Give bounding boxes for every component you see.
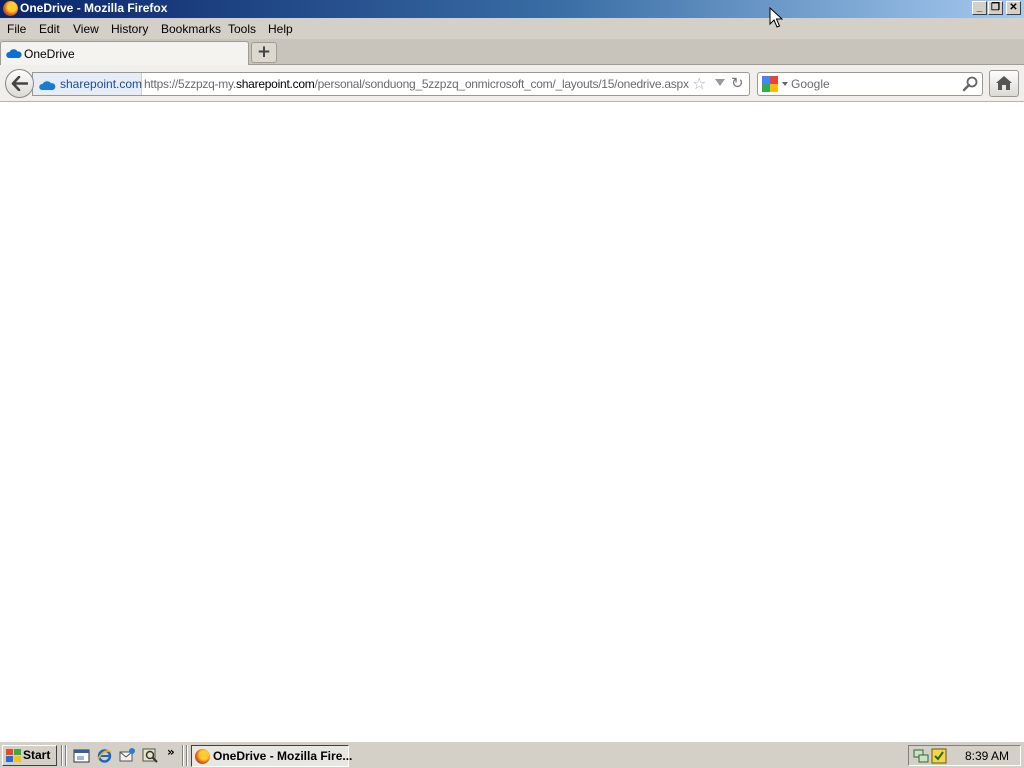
engine-dropdown-icon[interactable] bbox=[782, 82, 788, 86]
mouse-cursor-icon bbox=[769, 7, 783, 28]
url-prefix: https://5zzpzq-my. bbox=[144, 77, 236, 91]
menu-file[interactable]: File bbox=[7, 22, 26, 36]
window-titlebar[interactable]: OneDrive - Mozilla Firefox _ ❐ ✕ bbox=[0, 0, 1024, 18]
start-label: Start bbox=[23, 748, 51, 762]
back-button[interactable] bbox=[5, 69, 34, 98]
reload-icon[interactable]: ↻ bbox=[731, 74, 744, 92]
minimize-icon: _ bbox=[976, 2, 983, 13]
url-history-dropdown-icon[interactable] bbox=[715, 79, 725, 86]
navigation-toolbar: sharepoint.com https://5zzpzq-my.sharepo… bbox=[0, 65, 1024, 102]
security-icon[interactable] bbox=[931, 748, 947, 764]
menu-tools[interactable]: Tools bbox=[228, 22, 256, 36]
show-desktop-icon[interactable] bbox=[73, 747, 90, 764]
outlook-express-icon[interactable] bbox=[119, 747, 136, 764]
taskbar-clock[interactable]: 8:39 AM bbox=[965, 749, 1009, 763]
firefox-icon bbox=[195, 749, 210, 764]
restore-button[interactable]: ❐ bbox=[988, 1, 1003, 15]
tab-label: OneDrive bbox=[24, 47, 75, 61]
windows-logo-icon bbox=[6, 749, 21, 762]
taskbar-divider bbox=[65, 745, 67, 766]
onedrive-cloud-icon bbox=[6, 49, 22, 58]
back-arrow-icon bbox=[11, 75, 29, 92]
windows-media-icon[interactable] bbox=[142, 747, 159, 764]
system-tray: 8:39 AM bbox=[908, 745, 1021, 766]
start-button[interactable]: Start bbox=[2, 745, 57, 766]
bookmark-star-icon[interactable]: ☆ bbox=[692, 75, 706, 93]
taskbar-window-label: OneDrive - Mozilla Fire... bbox=[213, 749, 353, 763]
search-bar[interactable] bbox=[757, 72, 983, 96]
internet-explorer-icon[interactable] bbox=[96, 747, 113, 764]
home-button[interactable] bbox=[989, 70, 1019, 97]
taskbar-divider bbox=[186, 745, 188, 766]
firefox-icon bbox=[3, 1, 18, 16]
menu-history[interactable]: History bbox=[111, 22, 148, 36]
close-icon: ✕ bbox=[1009, 2, 1018, 13]
new-tab-button[interactable]: + bbox=[251, 42, 277, 63]
home-icon bbox=[996, 76, 1012, 90]
quick-launch-overflow-icon[interactable]: » bbox=[167, 745, 175, 759]
minimize-button[interactable]: _ bbox=[972, 1, 987, 15]
close-button[interactable]: ✕ bbox=[1006, 1, 1021, 15]
tab-strip: OneDrive + bbox=[0, 39, 1024, 65]
taskbar-divider bbox=[61, 745, 63, 766]
menu-edit[interactable]: Edit bbox=[39, 22, 60, 36]
menu-bar: File Edit View History Bookmarks Tools H… bbox=[0, 18, 1024, 39]
site-identity-label: sharepoint.com bbox=[60, 77, 143, 91]
site-identity-button[interactable]: sharepoint.com bbox=[33, 73, 142, 95]
restore-icon: ❐ bbox=[991, 2, 1000, 13]
menu-help[interactable]: Help bbox=[268, 22, 293, 36]
page-content-area[interactable] bbox=[0, 102, 1024, 741]
network-icon[interactable] bbox=[913, 748, 929, 764]
url-path: /personal/sonduong_5zzpzq_onmicrosoft_co… bbox=[314, 77, 689, 91]
onedrive-cloud-icon bbox=[39, 81, 56, 90]
google-icon[interactable] bbox=[762, 76, 778, 92]
tab-onedrive[interactable]: OneDrive bbox=[0, 41, 249, 65]
window-title: OneDrive - Mozilla Firefox bbox=[20, 1, 168, 15]
taskbar: Start » OneDrive - Mozilla Fire... 8:39 … bbox=[0, 741, 1024, 768]
taskbar-firefox-window[interactable]: OneDrive - Mozilla Fire... bbox=[191, 745, 353, 767]
search-input[interactable] bbox=[791, 76, 951, 92]
menu-view[interactable]: View bbox=[73, 22, 99, 36]
taskbar-divider bbox=[182, 745, 184, 766]
url-text[interactable]: https://5zzpzq-my.sharepoint.com/persona… bbox=[144, 77, 689, 91]
url-host: sharepoint.com bbox=[235, 77, 315, 91]
plus-icon: + bbox=[256, 42, 272, 62]
magnifier-icon[interactable] bbox=[961, 75, 979, 93]
url-bar[interactable]: sharepoint.com https://5zzpzq-my.sharepo… bbox=[32, 72, 750, 96]
menu-bookmarks[interactable]: Bookmarks bbox=[161, 22, 221, 36]
